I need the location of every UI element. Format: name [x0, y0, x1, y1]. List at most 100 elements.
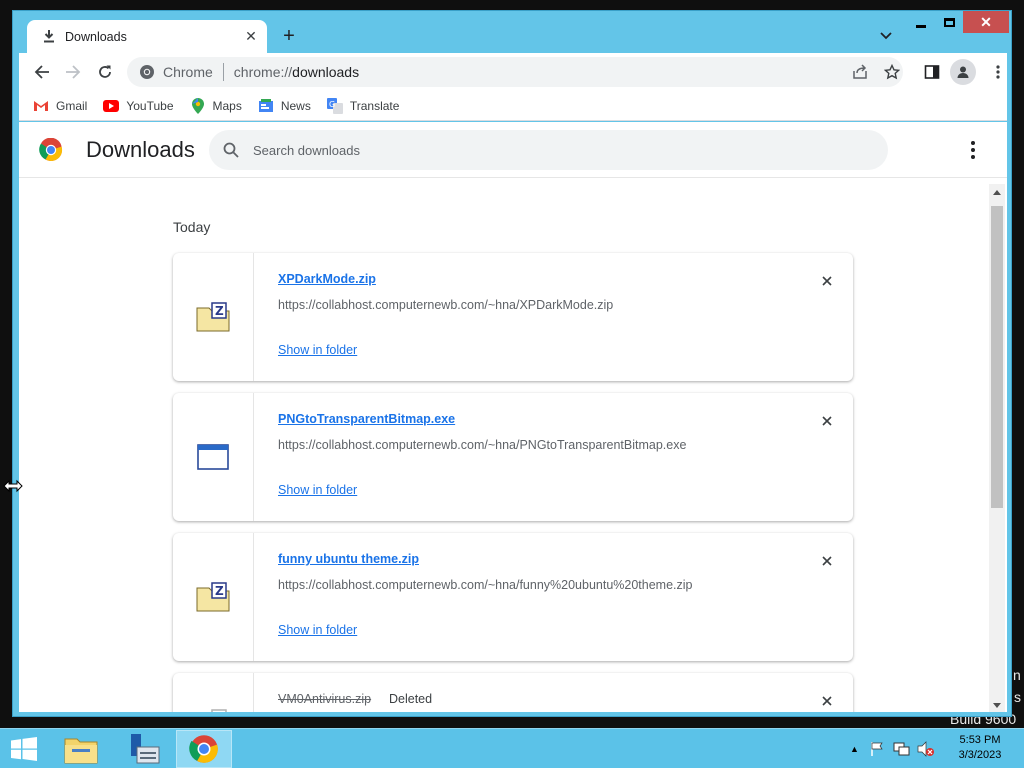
- system-tray: ▲: [850, 729, 935, 768]
- zip-file-icon: Z: [211, 709, 227, 712]
- remove-download-button[interactable]: [817, 551, 837, 571]
- maps-icon: [190, 97, 206, 114]
- remove-download-button[interactable]: [817, 271, 837, 291]
- chrome-logo-icon: [39, 138, 63, 162]
- volume-muted-icon[interactable]: [917, 741, 935, 757]
- chrome-icon: [189, 735, 218, 763]
- remove-download-button[interactable]: [817, 691, 837, 711]
- url-scheme: chrome://: [233, 64, 293, 80]
- taskbar-clock[interactable]: 5:53 PM 3/3/2023: [950, 733, 1010, 763]
- page-scrollbar[interactable]: [989, 184, 1005, 712]
- gmail-icon: [33, 98, 49, 114]
- download-item: PNGtoTransparentBitmap.exe https://colla…: [173, 393, 853, 521]
- star-icon: [884, 64, 900, 80]
- search-bar[interactable]: [209, 130, 888, 170]
- arrow-left-icon: [34, 65, 49, 79]
- file-icon-cell: [173, 393, 254, 521]
- download-icon: [41, 29, 57, 45]
- scroll-up-icon[interactable]: [993, 190, 1001, 195]
- desktop-edge-text: s: [1014, 689, 1021, 705]
- desktop-edge-text: n: [1013, 667, 1021, 683]
- url-text: chrome://downloads: [234, 64, 359, 80]
- windows-start-button[interactable]: [10, 737, 38, 761]
- action-center-flag-icon[interactable]: [869, 741, 885, 757]
- back-button[interactable]: [31, 61, 53, 83]
- bookmark-label: Maps: [212, 98, 242, 113]
- file-url: https://collabhost.computernewb.com/~hna…: [278, 298, 614, 312]
- youtube-icon: [103, 98, 120, 114]
- bookmark-maps[interactable]: Maps: [190, 97, 242, 114]
- svg-text:Z: Z: [215, 711, 224, 712]
- bookmark-youtube[interactable]: YouTube: [103, 98, 174, 114]
- zip-file-icon: Z: [196, 302, 230, 332]
- reload-button[interactable]: [94, 61, 116, 83]
- file-name-link[interactable]: XPDarkMode.zip: [278, 272, 376, 286]
- scrollbar-thumb[interactable]: [991, 206, 1003, 508]
- svg-text:Z: Z: [215, 584, 224, 598]
- download-item: Z XPDarkMode.zip https://collabhost.comp…: [173, 253, 853, 381]
- file-name-link[interactable]: PNGtoTransparentBitmap.exe: [278, 412, 455, 426]
- file-icon-cell: Z: [173, 253, 254, 381]
- svg-text:Z: Z: [215, 304, 224, 318]
- download-item: Z funny ubuntu theme.zip https://collabh…: [173, 533, 853, 661]
- file-name-link[interactable]: VM0Antivirus.zip: [278, 692, 371, 706]
- clock-time: 5:53 PM: [959, 734, 1001, 746]
- bookmark-news[interactable]: News: [258, 98, 311, 114]
- bookmarks-bar: Gmail YouTube Maps News G Translate: [19, 91, 1007, 121]
- news-icon: [258, 98, 274, 114]
- site-label: Chrome: [163, 64, 213, 80]
- show-in-folder-link[interactable]: Show in folder: [278, 343, 357, 357]
- new-tab-button[interactable]: +: [278, 25, 300, 47]
- share-button[interactable]: [849, 61, 871, 83]
- side-panel-button[interactable]: [921, 61, 943, 83]
- file-explorer-icon: [64, 738, 98, 764]
- browser-window: ✕ Downloads ✕ + Chrome chrome://download…: [12, 10, 1012, 717]
- side-panel-icon: [924, 65, 940, 79]
- date-section-heading: Today: [173, 219, 211, 235]
- taskbar-server-manager[interactable]: [116, 730, 172, 768]
- bookmark-star-button[interactable]: [881, 61, 903, 83]
- file-icon-cell: Z: [173, 533, 254, 661]
- clock-date: 3/3/2023: [958, 749, 1002, 761]
- bookmark-label: Gmail: [56, 98, 88, 113]
- taskbar-file-explorer[interactable]: [53, 730, 109, 768]
- search-icon: [223, 142, 239, 158]
- close-icon: [822, 416, 832, 426]
- scroll-down-icon[interactable]: [993, 703, 1001, 708]
- profile-button[interactable]: [950, 59, 976, 85]
- address-bar[interactable]: Chrome chrome://downloads: [127, 57, 903, 87]
- show-in-folder-link[interactable]: Show in folder: [278, 623, 357, 637]
- download-item: Z VM0Antivirus.zip Deleted: [173, 673, 853, 712]
- svg-text:G: G: [329, 100, 335, 109]
- tab-title: Downloads: [65, 29, 127, 44]
- show-hidden-icons-chevron-up-icon[interactable]: ▲: [850, 744, 859, 754]
- tab-search-chevron-down-icon[interactable]: [877, 27, 895, 45]
- downloads-header: Downloads: [19, 122, 1007, 178]
- tab-strip: Downloads ✕ +: [13, 11, 1011, 53]
- show-in-folder-link[interactable]: Show in folder: [278, 483, 357, 497]
- downloads-menu-button[interactable]: [963, 140, 983, 160]
- exe-file-icon: [197, 444, 229, 470]
- file-url: https://collabhost.computernewb.com/~hna…: [278, 578, 693, 592]
- bookmark-gmail[interactable]: Gmail: [33, 98, 87, 114]
- file-url: https://collabhost.computernewb.com/~hna…: [278, 438, 687, 452]
- taskbar-chrome[interactable]: [176, 730, 232, 768]
- url-host: downloads: [292, 64, 360, 80]
- chrome-site-icon: [140, 65, 154, 79]
- forward-button[interactable]: [62, 61, 84, 83]
- close-tab-icon[interactable]: ✕: [241, 27, 261, 47]
- tab-downloads[interactable]: Downloads ✕: [27, 20, 267, 53]
- search-input[interactable]: [253, 142, 813, 158]
- remove-download-button[interactable]: [817, 411, 837, 431]
- close-icon: [822, 556, 832, 566]
- bookmark-translate[interactable]: G Translate: [326, 97, 399, 114]
- browser-menu-button[interactable]: [987, 61, 1009, 83]
- downloads-page: Downloads Today Z XPDarkMode.zip https:/…: [19, 122, 1007, 712]
- taskbar: ▲ 5:53 PM 3/3/2023: [0, 728, 1024, 768]
- close-icon: [822, 276, 832, 286]
- file-name-link[interactable]: funny ubuntu theme.zip: [278, 552, 419, 566]
- bookmark-label: YouTube: [126, 98, 174, 113]
- network-icon[interactable]: [893, 741, 911, 757]
- download-status: Deleted: [389, 692, 433, 706]
- page-title: Downloads: [86, 137, 195, 162]
